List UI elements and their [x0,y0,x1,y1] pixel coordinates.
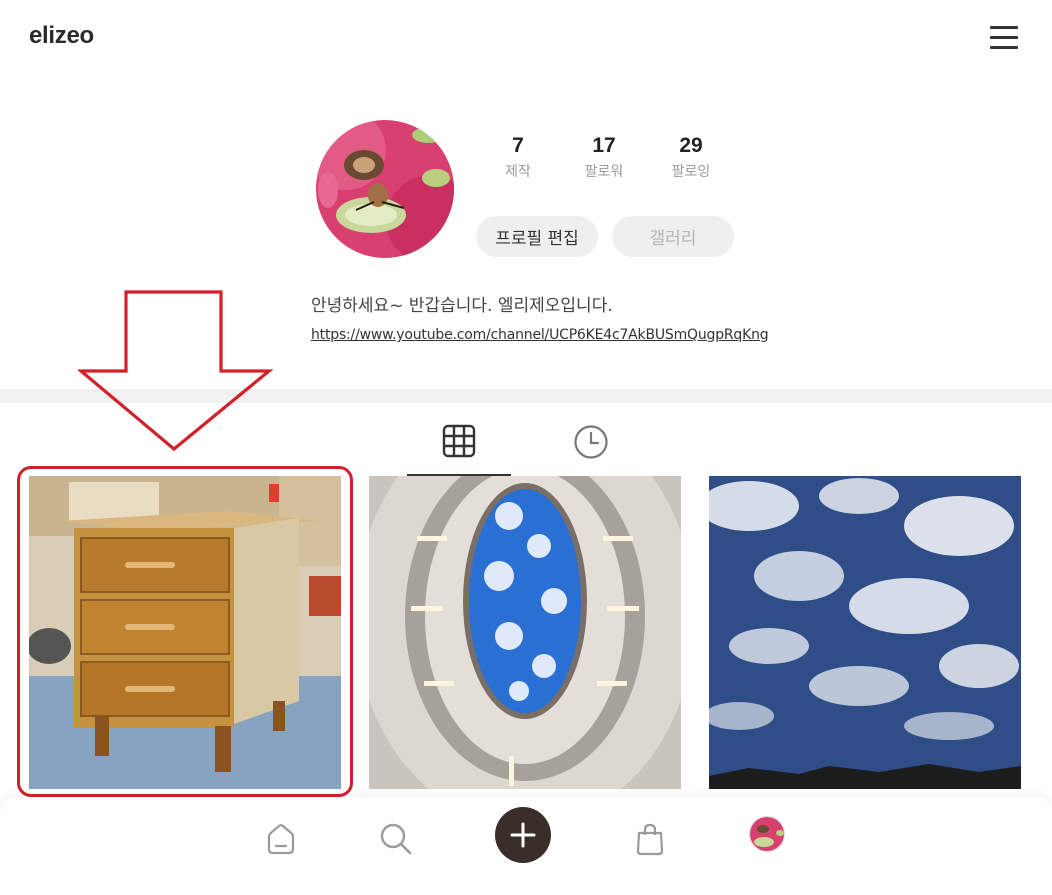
post-thumbnail-sky[interactable] [709,476,1021,789]
grid-icon [442,424,476,458]
stat-creations-count: 7 [512,134,524,157]
app-header: elizeo [0,0,1052,80]
post-thumbnail-ceiling[interactable] [369,476,681,789]
section-divider [0,389,1052,403]
home-icon [267,824,295,855]
gallery-button[interactable]: 갤러리 [612,216,734,257]
profile-link[interactable]: https://www.youtube.com/channel/UCP6KE4c… [311,327,769,343]
stat-following-label: 팔로잉 [671,164,711,180]
nav-search[interactable] [376,819,416,859]
stat-following[interactable]: 29 팔로잉 [651,133,731,181]
plus-icon [510,822,536,848]
nav-home[interactable] [261,819,301,859]
stat-followers[interactable]: 17 팔로워 [564,133,644,181]
stat-followers-label: 팔로워 [584,164,624,180]
clock-icon [574,425,608,459]
hamburger-menu-icon[interactable] [988,24,1020,52]
search-icon [380,823,412,855]
profile-avatar[interactable] [316,120,454,258]
profile-avatar-icon [750,817,784,851]
stat-creations-label: 제작 [505,164,531,180]
tab-recent[interactable] [539,418,643,476]
nav-shop[interactable] [630,819,670,859]
bottom-navigation [0,797,1052,895]
tab-grid[interactable] [407,418,511,476]
profile-bio: 안녕하세요~ 반갑습니다. 엘리제오입니다. [311,296,613,316]
nav-add-button[interactable] [495,807,551,863]
stat-following-count: 29 [679,134,703,157]
brand-logo[interactable]: elizeo [29,22,94,50]
nav-profile-avatar[interactable] [749,816,785,852]
edit-profile-button[interactable]: 프로필 편집 [476,216,598,257]
stat-creations[interactable]: 7 제작 [478,133,558,181]
shopping-bag-icon [636,823,664,856]
stat-followers-count: 17 [592,134,616,157]
post-thumbnail-cabinet[interactable] [29,476,341,789]
down-arrow-icon [78,290,274,452]
